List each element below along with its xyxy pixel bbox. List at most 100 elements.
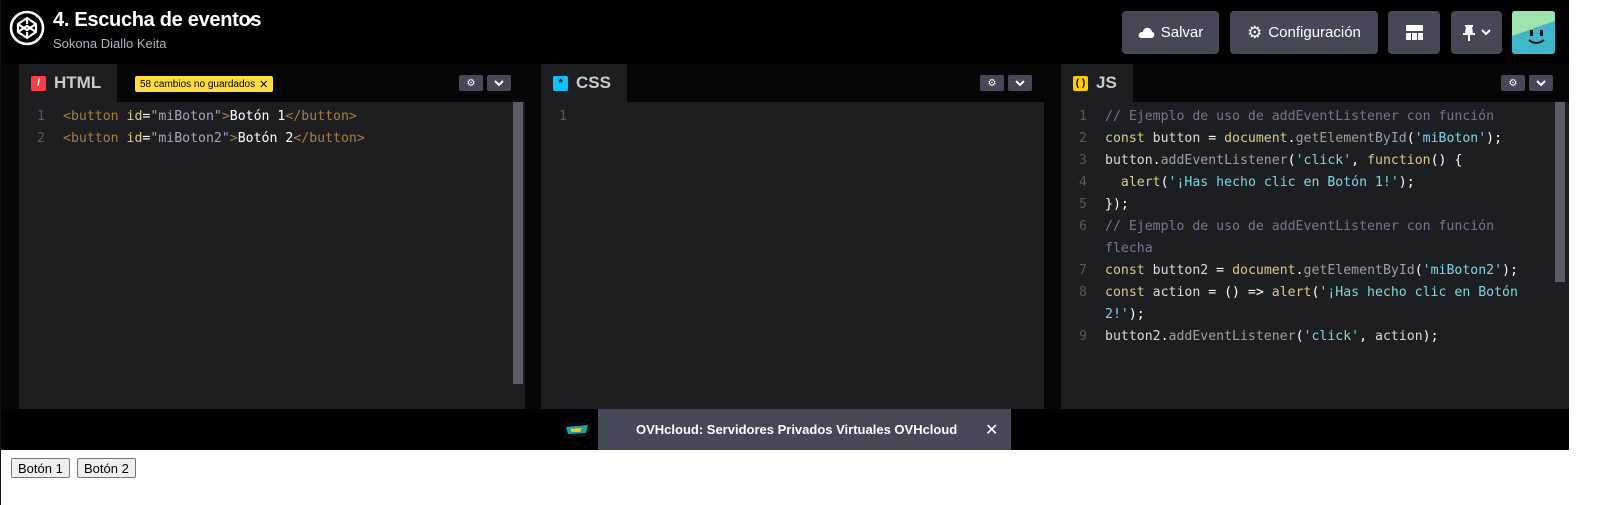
unsaved-changes-label: 58 cambios no guardados [140, 78, 256, 90]
code-text: const button = document.getElementById('… [1105, 131, 1503, 146]
ad-logo-icon[interactable] [564, 422, 590, 438]
line-number: 1 [37, 109, 45, 124]
js-collapse-button[interactable] [1529, 75, 1553, 91]
code-line: 3 button.addEventListener('click', functi… [1061, 150, 1569, 172]
code-text: button.addEventListener('click', functio… [1105, 153, 1463, 168]
unsaved-changes-badge[interactable]: 58 cambios no guardados ✕ [135, 76, 274, 92]
tab-html[interactable]: / HTML [19, 64, 118, 102]
codepen-logo-icon[interactable] [9, 10, 45, 46]
code-line: 2 <button id="miBoton2">Botón 2</button> [19, 128, 525, 150]
gear-icon: ⚙ [987, 77, 997, 89]
layout-icon [1405, 25, 1423, 40]
js-panel-header: ( ) JS ⚙ [1061, 64, 1569, 102]
line-number: 5 [1079, 197, 1087, 212]
tab-css[interactable]: * CSS [541, 64, 627, 102]
line-number: 1 [559, 109, 567, 124]
css-panel-header: * CSS ⚙ [541, 64, 1044, 102]
code-text: button2.addEventListener('click', action… [1105, 329, 1439, 344]
line-number: 4 [1079, 175, 1087, 190]
code-line: 5}); [1061, 194, 1569, 216]
line-number: 2 [37, 131, 45, 146]
tab-js-label: JS [1096, 73, 1117, 92]
line-number: 8 [1079, 285, 1087, 300]
code-line: 1 <button id="miBoton">Botón 1</button> [19, 106, 525, 128]
pencil-icon[interactable] [243, 14, 257, 28]
code-text: <button id="miBoton2">Botón 2</button> [63, 131, 365, 146]
chevron-down-icon [1480, 29, 1491, 36]
pen-title[interactable]: 4. Escucha de eventos [53, 9, 262, 32]
gear-icon: ⚙ [1247, 22, 1263, 42]
close-icon[interactable]: ✕ [985, 420, 998, 440]
code-text: }); [1105, 197, 1129, 212]
preview-button-1[interactable]: Botón 1 [11, 458, 70, 478]
code-line: 9 button2.addEventListener('click', actio… [1061, 326, 1569, 348]
code-line: 4 alert('¡Has hecho clic en Botón 1!'); [1061, 172, 1569, 194]
line-number: 6 [1079, 219, 1087, 234]
ad-bar: OVHcloud: Servidores Privados Virtuales … [1, 409, 1569, 450]
css-collapse-button[interactable] [1008, 75, 1032, 91]
code-line: 2 const button = document.getElementById(… [1061, 128, 1569, 150]
preview-area: Botón 1 Botón 2 [1, 450, 1569, 505]
code-text: 2!'); [1105, 307, 1145, 322]
code-text: alert('¡Has hecho clic en Botón 1!'); [1120, 175, 1415, 190]
html-scrollbar[interactable] [513, 102, 523, 384]
js-panel-controls: ⚙ [1501, 75, 1553, 91]
tab-js[interactable]: ( ) JS [1061, 64, 1133, 102]
css-code-area[interactable]: 1 [541, 102, 1044, 409]
layout-button[interactable] [1388, 11, 1440, 54]
js-editor-panel: ( ) JS ⚙ 1 // Ejemplo de uso de addEventL… [1061, 64, 1569, 409]
line-number: 3 [1079, 153, 1087, 168]
line-number: 7 [1079, 263, 1087, 278]
settings-button[interactable]: ⚙ Configuración [1230, 11, 1378, 54]
code-line: 7 const button2 = document.getElementById… [1061, 260, 1569, 282]
code-line: 8 const action = () => alert('¡Has hecho … [1061, 282, 1569, 304]
tab-html-label: HTML [54, 73, 102, 92]
code-text: flecha [1105, 241, 1153, 256]
chevron-down-icon [1536, 79, 1546, 86]
css-asterisk-icon: * [553, 75, 568, 91]
close-icon[interactable]: ✕ [259, 78, 268, 91]
css-settings-button[interactable]: ⚙ [980, 75, 1004, 91]
css-editor-panel: * CSS ⚙ 1 [541, 64, 1044, 409]
chevron-down-icon [494, 79, 504, 86]
html-panel-header: / HTML 58 cambios no guardados ✕ ⚙ [19, 64, 525, 102]
gear-icon: ⚙ [466, 77, 476, 89]
code-text: <button id="miBoton">Botón 1</button> [63, 109, 357, 124]
html-collapse-button[interactable] [487, 75, 511, 91]
pin-button[interactable] [1451, 11, 1502, 54]
js-code-area[interactable]: 1 // Ejemplo de uso de addEventListener c… [1061, 102, 1569, 409]
js-parens-icon: ( ) [1073, 75, 1088, 91]
code-line: 1 // Ejemplo de uso de addEventListener c… [1061, 106, 1569, 128]
ad-banner[interactable]: OVHcloud: Servidores Privados Virtuales … [598, 409, 1011, 450]
author-name[interactable]: Sokona Diallo Keita [53, 36, 166, 51]
html-slash-icon: / [31, 75, 46, 91]
css-panel-controls: ⚙ [980, 75, 1032, 91]
gear-icon: ⚙ [1508, 77, 1518, 89]
code-line: 1 [541, 106, 1044, 128]
chevron-down-icon [1015, 79, 1025, 86]
code-line: flecha [1061, 238, 1569, 260]
html-settings-button[interactable]: ⚙ [459, 75, 483, 91]
line-number: 9 [1079, 329, 1087, 344]
html-code-area[interactable]: 1 <button id="miBoton">Botón 1</button> 2 <… [19, 102, 525, 409]
line-number: 2 [1079, 131, 1087, 146]
codepen-editor: 4. Escucha de eventos Sokona Diallo Keit… [0, 0, 1569, 505]
ad-text: OVHcloud: Servidores Privados Virtuales … [636, 422, 958, 437]
tab-css-label: CSS [576, 73, 611, 92]
line-number: 1 [1079, 109, 1087, 124]
code-text: const action = () => alert('¡Has hecho c… [1105, 285, 1518, 300]
pin-icon [1462, 24, 1475, 41]
code-line: 2!'); [1061, 304, 1569, 326]
editors-area: / HTML 58 cambios no guardados ✕ ⚙ 1 <but… [1, 64, 1569, 409]
save-button[interactable]: Salvar [1122, 11, 1219, 54]
html-panel-controls: ⚙ [459, 75, 511, 91]
save-label: Salvar [1160, 24, 1204, 41]
js-scrollbar[interactable] [1555, 102, 1565, 282]
js-settings-button[interactable]: ⚙ [1501, 75, 1525, 91]
settings-label: Configuración [1268, 24, 1361, 41]
preview-button-2[interactable]: Botón 2 [77, 458, 136, 478]
code-line: 6 // Ejemplo de uso de addEventListener c… [1061, 216, 1569, 238]
avatar[interactable] [1512, 11, 1555, 54]
html-editor-panel: / HTML 58 cambios no guardados ✕ ⚙ 1 <but… [19, 64, 525, 409]
top-bar: 4. Escucha de eventos Sokona Diallo Keit… [1, 0, 1569, 64]
